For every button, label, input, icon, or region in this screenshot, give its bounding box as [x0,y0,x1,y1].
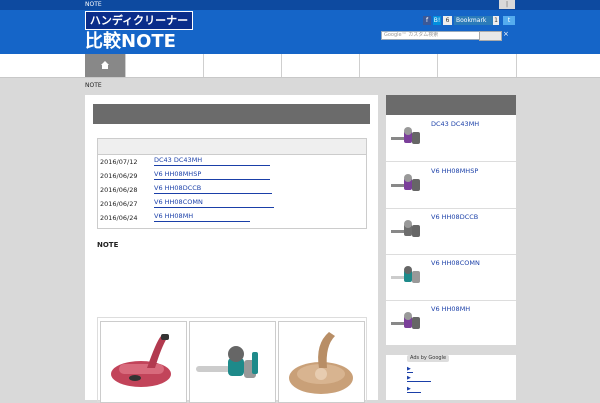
sidebar-item-link[interactable]: V6 HH08MHSP [431,167,478,175]
sidebar-item[interactable]: DC43 DC43MH [386,115,516,162]
post-date: 2016/06/28 [100,186,138,194]
post-date: 2016/07/12 [100,158,138,166]
search-input[interactable]: Google™ カスタム検索 [381,31,480,40]
vacuum-thumbnail-icon [391,127,420,144]
sidebar-item[interactable]: V6 HH08MH [386,300,516,346]
vacuum-thumbnail-icon [391,220,420,237]
sidebar-header [386,95,516,115]
ads-label[interactable]: Ads by Google [407,355,450,362]
table-row: 2016/06/24 V6 HH08MH [100,212,360,224]
handheld-vacuum-image [196,346,258,378]
table-row: 2016/07/12 DC43 DC43MH [100,156,360,168]
table-row: 2016/06/28 V6 HH08DCCB [100,184,360,196]
page-title-bar [93,104,370,124]
bookmark-button[interactable]: Bookmark [454,16,494,25]
product-card[interactable] [278,321,365,403]
vacuum-thumbnail-icon [391,312,420,329]
site-header: NOTE | ハンディクリーナー 比較NOTE f B! 6 Bookmark … [0,0,600,54]
ad-link[interactable]: ▶ [407,366,413,373]
product-card[interactable] [189,321,276,403]
sidebar-item-link[interactable]: V6 HH08DCCB [431,213,478,221]
ads-box: Ads by Google ▶ ▶ ▶ [386,355,516,400]
hatena-bookmark-icon[interactable]: B! [433,16,441,25]
twitter-share-icon[interactable]: t [503,16,515,25]
bookmark-count: 1 [493,16,499,25]
sidebar-item-link[interactable]: DC43 DC43MH [431,120,479,128]
table-header [98,139,366,155]
futon-cleaner-gold-image [289,332,353,394]
top-note: NOTE [85,1,102,8]
main-content: 2016/07/12 DC43 DC43MH 2016/06/29 V6 HH0… [85,95,378,403]
note-heading: NOTE [97,241,119,249]
nav-item-2[interactable] [203,54,282,77]
table-row: 2016/06/27 V6 HH08COMN [100,198,360,210]
nav-home[interactable] [85,54,125,77]
sidebar-item[interactable]: V6 HH08MHSP [386,162,516,209]
main-nav [0,54,600,78]
sidebar-item-link[interactable]: V6 HH08MH [431,305,470,313]
site-logo-line2[interactable]: 比較NOTE [85,32,176,52]
post-list-table: 2016/07/12 DC43 DC43MH 2016/06/29 V6 HH0… [97,138,367,229]
sidebar-item-link[interactable]: V6 HH08COMN [431,259,480,267]
nav-item-4[interactable] [359,54,438,77]
post-link[interactable]: DC43 DC43MH [154,156,270,166]
share-count: 6 [443,16,452,25]
nav-item-5[interactable] [437,54,517,77]
facebook-share-icon[interactable]: f [423,16,431,25]
ad-link[interactable]: ▶ [407,386,421,393]
product-gallery [97,317,367,403]
post-date: 2016/06/24 [100,214,138,222]
post-date: 2016/06/29 [100,172,138,180]
ad-link[interactable]: ▶ [407,375,431,382]
product-card[interactable] [100,321,187,403]
search-button[interactable] [479,31,502,41]
site-logo-line1[interactable]: ハンディクリーナー [85,11,193,30]
nav-item-3[interactable] [281,54,360,77]
top-tab[interactable]: | [499,0,515,9]
sidebar-item[interactable]: V6 HH08COMN [386,254,516,301]
sidebar-item[interactable]: V6 HH08DCCB [386,208,516,255]
vacuum-thumbnail-icon [391,266,420,283]
vacuum-thumbnail-icon [391,174,420,191]
post-link[interactable]: V6 HH08MH [154,212,250,222]
post-date: 2016/06/27 [100,200,138,208]
clear-search-icon[interactable]: × [503,30,509,38]
post-link[interactable]: V6 HH08DCCB [154,184,272,194]
post-link[interactable]: V6 HH08MHSP [154,170,270,180]
breadcrumb[interactable]: NOTE [85,82,102,89]
sidebar: DC43 DC43MH V6 HH08MHSP V6 HH08DCCB V6 H… [386,95,516,345]
house-icon [101,61,109,69]
post-link[interactable]: V6 HH08COMN [154,198,274,208]
futon-cleaner-red-image [111,334,171,387]
table-row: 2016/06/29 V6 HH08MHSP [100,170,360,182]
nav-item-1[interactable] [125,54,204,77]
